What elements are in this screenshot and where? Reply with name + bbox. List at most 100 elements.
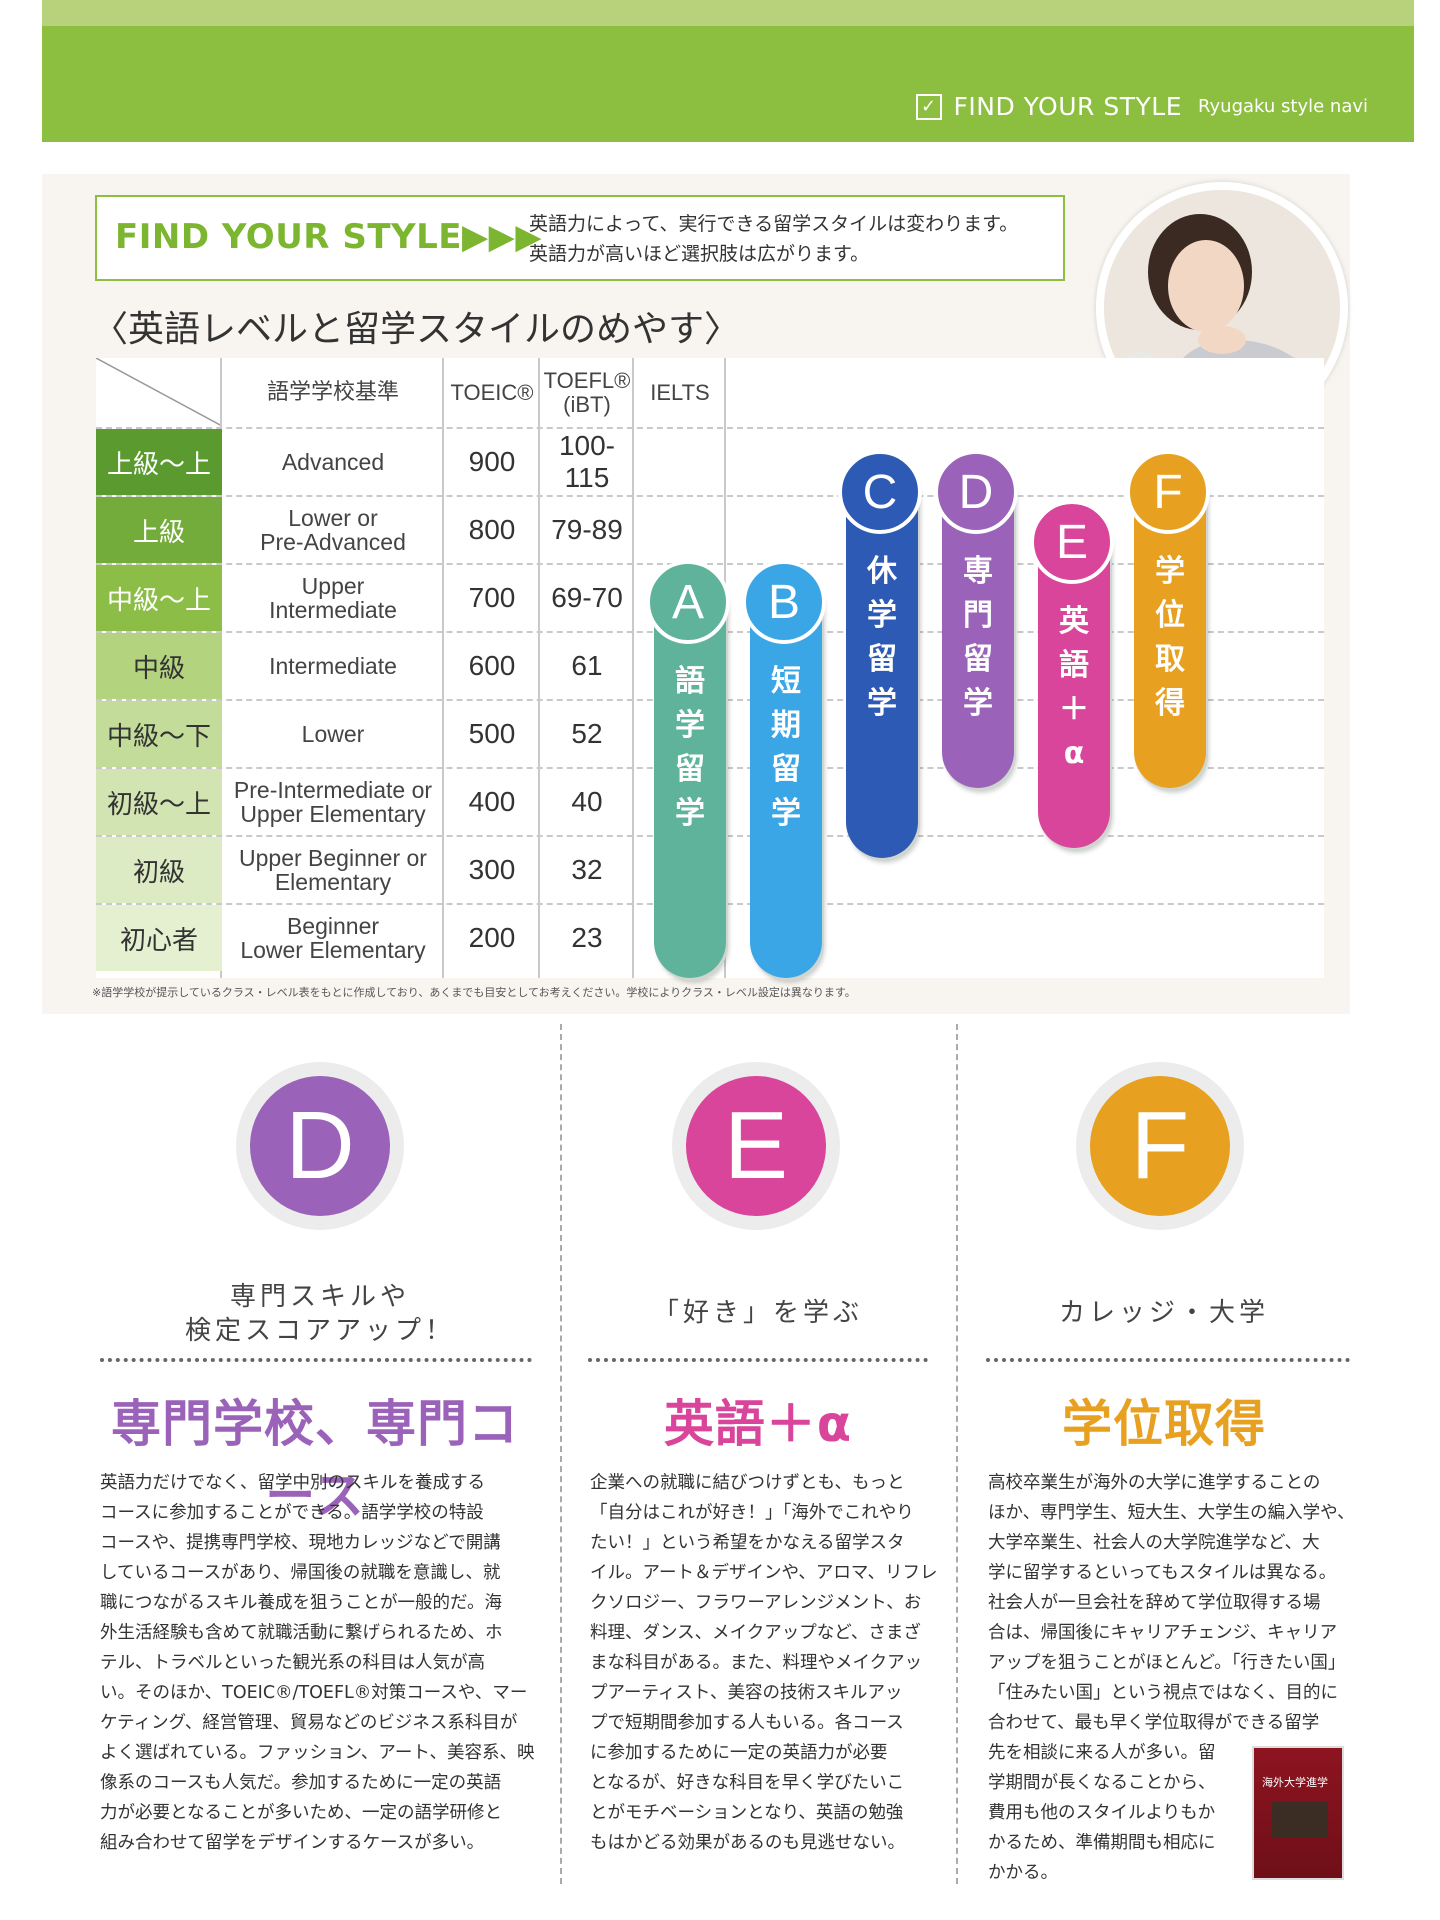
style-pill-b: B 短期留学	[742, 560, 826, 978]
toeic-score: 400	[468, 786, 516, 817]
toefl-score: 79-89	[551, 514, 623, 545]
toefl-score: 61	[571, 650, 603, 681]
style-label: 短期留学	[771, 664, 801, 831]
body-line: アップを狙うことがほとんど。「行きたい国」	[988, 1653, 1346, 1673]
badge-e: E	[672, 1062, 840, 1230]
header-standard: 語学学校基準	[266, 380, 399, 405]
header-toeic: TOEIC®	[450, 380, 534, 405]
dotted-rule	[588, 1358, 928, 1362]
description-line: Upper Beginner or	[239, 845, 427, 871]
body-line: 合は、帰国後にキャリアチェンジ、キャリア	[988, 1623, 1338, 1643]
body-line: 学に留学するといってもスタイルは異なる。	[988, 1563, 1337, 1583]
tagline-line: 専門スキルや	[229, 1282, 410, 1312]
book-title: 海外大学進学	[1262, 1776, 1328, 1789]
body-line: 社会人が一旦会社を辞めて学位取得する場	[988, 1593, 1321, 1613]
intro-line: 英語力が高いほど選択肢は広がります。	[529, 243, 870, 265]
style-letter: E	[1030, 500, 1114, 584]
description-line: Advanced	[281, 449, 385, 475]
intro-box: FIND YOUR STYLE▶▶▶ 英語力によって、実行できる留学スタイルは変…	[95, 195, 1065, 281]
body-line: 外生活経験も含めて就職活動に繋げられるため、ホ	[100, 1623, 503, 1643]
column-e-heading: 英語＋α	[663, 1395, 853, 1453]
toefl-score: 40	[571, 786, 603, 817]
description-line: Intermediate	[269, 597, 397, 623]
body-line: となるが、好きな科目を早く学びたいこ	[590, 1773, 905, 1793]
body-line: クソロジー、フラワーアレンジメント、お	[590, 1593, 922, 1613]
style-pill-c: C 休学留学	[838, 450, 922, 858]
body-line: とがモチベーションとなり、英語の勉強	[590, 1803, 904, 1823]
toeic-score: 200	[468, 922, 516, 953]
body-line: もはかどる効果があるのも見逃せない。	[590, 1833, 905, 1853]
toefl-score: 52	[571, 718, 603, 749]
body-line: 企業への就職に結びつけずとも、もっと	[590, 1473, 905, 1493]
level-description: Upper Beginner or Elementary	[222, 836, 444, 904]
level-description: Intermediate	[222, 632, 444, 700]
style-label: 英語＋ α	[1059, 604, 1089, 771]
column-divider	[560, 1024, 562, 1884]
toefl-score: 32	[571, 854, 603, 885]
description-line: Upper Elementary	[240, 801, 426, 827]
tagline-line: 検定スコアアップ！	[184, 1316, 455, 1346]
check-icon: ✓	[915, 93, 942, 120]
style-label: 学位取得	[1155, 554, 1185, 721]
description-line: Beginner	[286, 913, 380, 939]
body-line: 「住みたい国」という視点ではなく、目的に	[988, 1683, 1338, 1703]
intro-line: 英語力によって、実行できる留学スタイルは変わります。	[529, 213, 1019, 235]
body-line: プアーティスト、美容の技術スキルアッ	[590, 1683, 903, 1703]
level-label: 初級〜上	[96, 769, 222, 835]
toeic-score: 600	[468, 650, 516, 681]
body-line: しているコースがあり、帰国後の就職を意識し、就	[100, 1563, 501, 1583]
body-line: 像系のコースも人気だ。参加するために一定の英語	[100, 1773, 502, 1793]
toeic-score: 800	[468, 514, 516, 545]
style-letter: B	[742, 560, 826, 644]
body-line: 料理、ダンス、メイクアップなど、さまざ	[590, 1623, 921, 1643]
style-letter: C	[838, 450, 922, 534]
header-toefl-line1: TOEFL®	[543, 368, 631, 393]
tagline-line: 「好き」を学ぶ	[652, 1298, 863, 1328]
level-label: 中級	[96, 633, 222, 699]
header-toefl: TOEFL® (iBT)	[540, 358, 634, 428]
body-line: 力が必要となることが多いため、一定の語学研修と	[100, 1803, 502, 1823]
level-label: 初級	[96, 837, 222, 903]
body-line: 英語力だけでなく、留学中別のスキルを養成する	[100, 1473, 485, 1493]
style-letter: A	[646, 560, 730, 644]
column-d-body: 英語力だけでなく、留学中別のスキルを養成する コースに参加することができる。語学…	[100, 1468, 540, 1858]
level-description: Lower or Pre-Advanced	[222, 496, 444, 564]
column-f-tagline: カレッジ・大学	[976, 1296, 1352, 1330]
brand-title: FIND YOUR STYLE	[953, 92, 1182, 121]
body-line: に参加するために一定の英語力が必要	[590, 1743, 888, 1763]
header-bar	[42, 26, 1414, 142]
body-line: まな科目がある。また、料理やメイクアッ	[590, 1653, 923, 1673]
header-toefl-line2: (iBT)	[563, 392, 611, 417]
style-pill-f: F 学位取得	[1126, 450, 1210, 788]
description-line: Pre-Advanced	[260, 529, 406, 555]
style-label: 休学留学	[867, 554, 897, 721]
level-label: 上級〜上	[96, 429, 222, 495]
book-photo	[1272, 1802, 1328, 1838]
description-line: Lower	[301, 721, 365, 747]
badge-d: D	[236, 1062, 404, 1230]
body-line: 組み合わせて留学をデザインするケースが多い。	[100, 1833, 485, 1853]
body-line: 大学卒業生、社会人の大学院進学など、大	[988, 1533, 1320, 1553]
description-line: Intermediate	[269, 653, 397, 679]
toefl-score: 23	[571, 922, 603, 953]
level-description: Pre-Intermediate or Upper Elementary	[222, 768, 444, 836]
level-description: Beginner Lower Elementary	[222, 904, 444, 972]
body-line: コースに参加することができる。語学学校の特設	[100, 1503, 484, 1523]
body-line: ケティング、経営管理、貿易などのビジネス系科目が	[100, 1713, 518, 1733]
tagline-line: カレッジ・大学	[1058, 1298, 1269, 1328]
body-line: テル、トラベルといった観光系の科目は人気が高	[100, 1653, 485, 1673]
body-line: プで短期間参加する人もいる。各コース	[590, 1713, 904, 1733]
toeic-score: 900	[468, 446, 516, 477]
column-divider	[956, 1024, 958, 1884]
header-ielts: IELTS	[650, 380, 710, 405]
toefl-score: 100-115	[558, 430, 616, 493]
style-label: 専門留学	[963, 554, 993, 721]
body-line: たい！」という希望をかなえる留学スタ	[590, 1533, 905, 1553]
section-title: 〈英語レベルと留学スタイルのめやす〉	[92, 309, 741, 350]
body-line: ほか、専門学生、短大生、大学生の編入学や、	[988, 1503, 1355, 1523]
body-line: 合わせて、最も早く学位取得ができる留学	[988, 1713, 1320, 1733]
level-chart: 語学学校基準 TOEIC® TOEFL® (iBT) IELTS 上級〜上 Adv…	[96, 358, 1324, 978]
body-line: 「自分はこれが好き！」「海外でこれやり	[590, 1503, 914, 1523]
level-label: 上級	[96, 497, 222, 563]
level-label: 中級〜上	[96, 565, 222, 631]
